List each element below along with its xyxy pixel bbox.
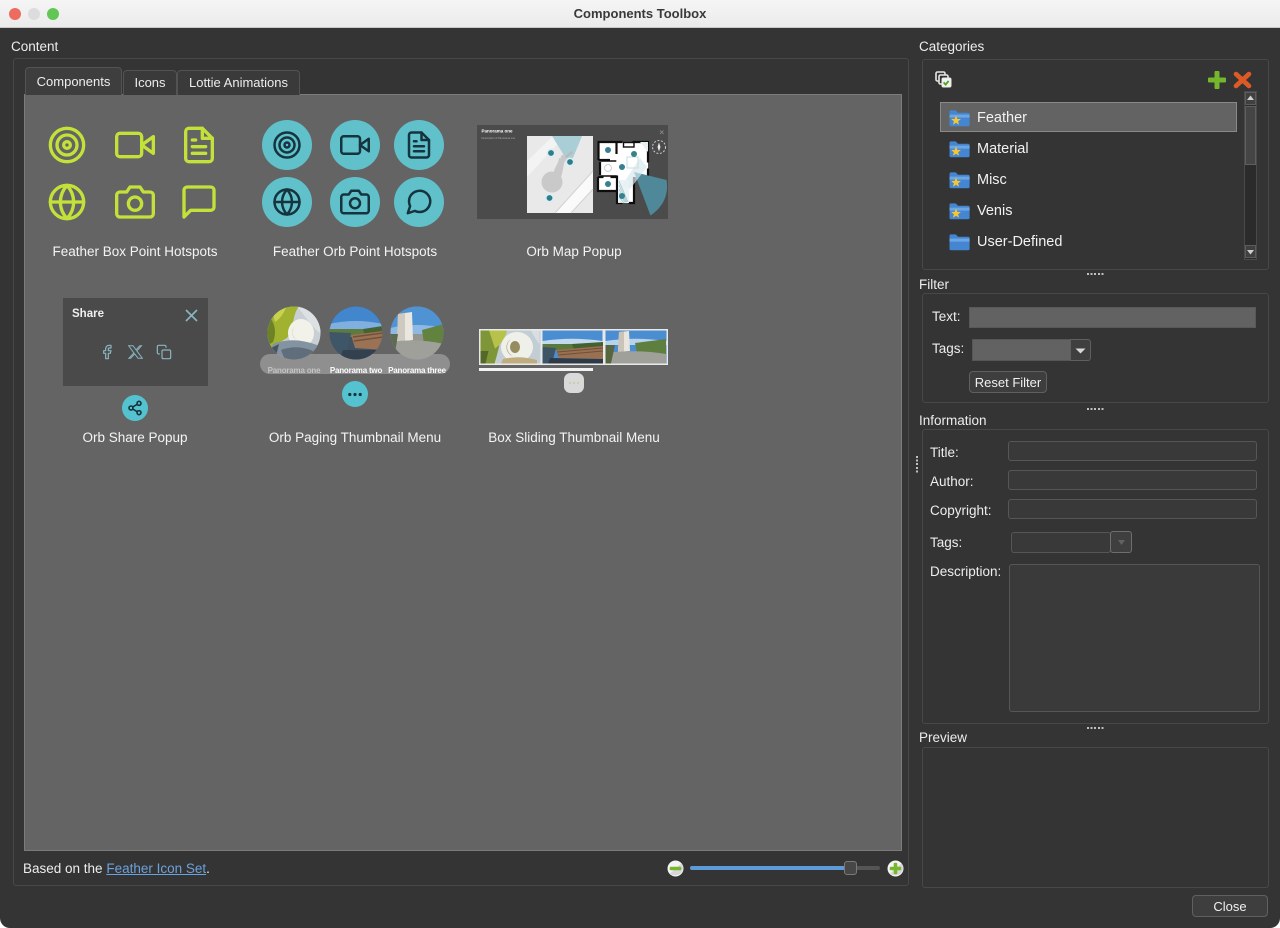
svg-text:Description of Panorama one: Description of Panorama one xyxy=(482,136,516,140)
svg-text:Panorama one: Panorama one xyxy=(482,129,514,134)
